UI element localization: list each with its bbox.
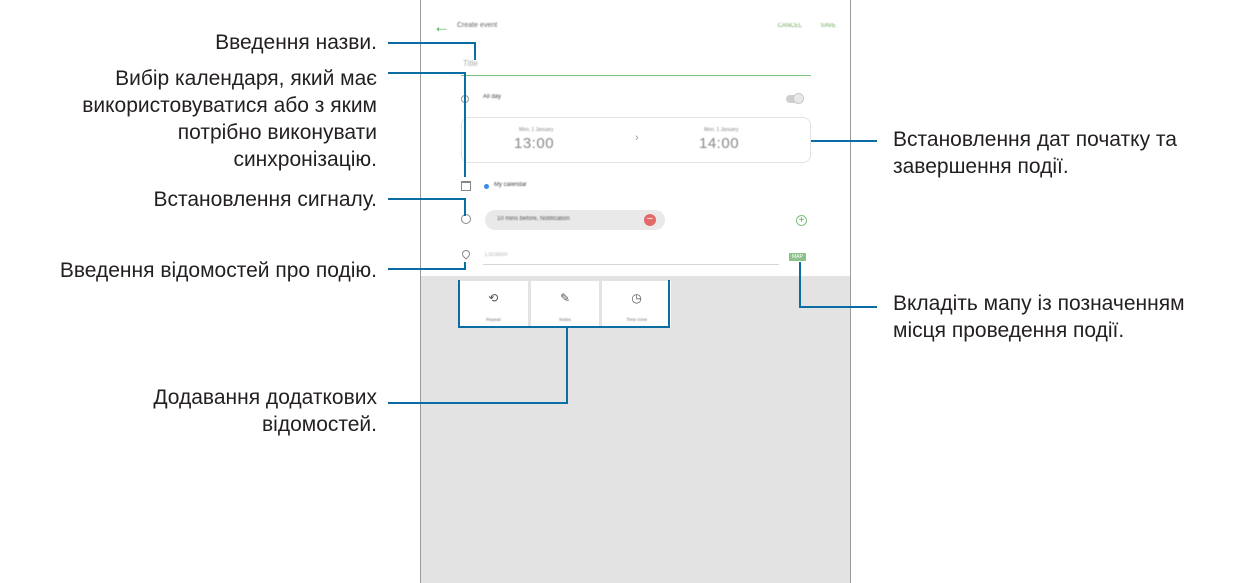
timezone-button[interactable]: ◷ Time zone — [602, 281, 672, 326]
callout-line-additional-rise — [566, 328, 568, 404]
location-row: Location MAP — [421, 246, 850, 268]
notes-icon: ✎ — [559, 291, 571, 305]
start-date-label[interactable]: Mon, 1 January — [519, 127, 553, 133]
cancel-button[interactable]: CANCEL — [778, 23, 802, 29]
save-button[interactable]: SAVE — [820, 23, 836, 29]
calendar-color-dot — [484, 184, 489, 189]
tablet-screen: ← Create event CANCEL SAVE Title All day… — [420, 0, 851, 583]
callout-bracket-left — [458, 280, 460, 328]
callout-additional-line-2: відомостей. — [262, 413, 377, 436]
repeat-button[interactable]: ⟲ Repeat — [459, 281, 528, 326]
calendar-name: My calendar — [494, 182, 527, 188]
all-day-row: All day — [421, 90, 850, 110]
callout-dates-setting: Встановлення дат початку та завершення п… — [893, 126, 1177, 180]
callout-line-map — [801, 306, 877, 308]
title-placeholder: Title — [463, 59, 478, 68]
location-input[interactable]: Location — [483, 246, 779, 265]
callout-line-map-rise — [799, 262, 801, 308]
callout-dates-line-1: Встановлення дат початку та — [893, 128, 1177, 151]
chevron-right-icon: › — [635, 132, 639, 144]
extra-buttons: ⟲ Repeat ✎ Notes ◷ Time zone — [459, 281, 672, 326]
callout-line-title — [388, 42, 476, 44]
callout-line-details — [388, 268, 466, 270]
calendar-selector[interactable]: My calendar — [421, 178, 850, 196]
callout-line-title-drop — [474, 42, 476, 60]
callout-line-calendar — [388, 72, 466, 74]
location-placeholder: Location — [485, 252, 508, 258]
map-button[interactable]: MAP — [789, 253, 806, 261]
callout-additional-line-1: Додавання додаткових — [153, 386, 377, 409]
callout-calendar-choice: Вибір календаря, який має використовуват… — [82, 65, 377, 173]
timezone-label: Time zone — [626, 317, 648, 322]
callout-title-entry: Введення назви. — [215, 31, 377, 54]
callout-map-line-1: Вкладіть мапу із позначенням — [893, 292, 1185, 315]
page-title: Create event — [457, 22, 498, 29]
callout-map-line-2: місця проведення події. — [893, 319, 1125, 342]
callout-calendar-line-3: потрібно виконувати — [177, 121, 377, 144]
arrow-left-icon[interactable]: ← — [433, 18, 451, 36]
remove-alarm-icon[interactable]: − — [644, 214, 656, 226]
calendar-icon — [461, 181, 471, 191]
callout-line-alarm-drop — [464, 198, 466, 216]
start-time[interactable]: 13:00 — [514, 135, 554, 152]
end-time[interactable]: 14:00 — [699, 135, 739, 152]
repeat-icon: ⟲ — [488, 291, 499, 305]
callout-alarm-setting: Встановлення сигналу. — [153, 188, 377, 211]
callout-calendar-line-1: Вибір календаря, який має — [115, 67, 377, 90]
callout-event-details: Введення відомостей про подію. — [59, 259, 377, 282]
add-alarm-icon[interactable]: + — [796, 215, 807, 226]
callout-line-details-rise — [464, 262, 466, 270]
app-bar: ← Create event CANCEL SAVE — [421, 0, 850, 56]
alarm-row: 10 mins before, Notification − + — [421, 208, 850, 232]
callout-line-calendar-drop — [464, 72, 466, 177]
location-pin-icon — [460, 248, 472, 260]
all-day-label: All day — [483, 94, 502, 100]
callout-bracket — [458, 326, 670, 328]
more-options-panel: ⟲ Repeat ✎ Notes ◷ Time zone — [421, 276, 850, 583]
alarm-chip-text: 10 mins before, Notification — [497, 216, 570, 222]
callout-dates-line-2: завершення події. — [893, 155, 1069, 178]
callout-bracket-right — [668, 280, 670, 328]
callout-attach-map: Вкладіть мапу із позначенням місця прове… — [893, 290, 1185, 344]
alarm-chip[interactable]: 10 mins before, Notification − — [485, 210, 665, 230]
all-day-toggle[interactable] — [786, 93, 804, 104]
notes-label: Notes — [559, 317, 571, 322]
end-date-label[interactable]: Mon, 1 January — [704, 127, 738, 133]
title-input[interactable]: Title — [461, 53, 811, 76]
callout-line-additional — [388, 402, 568, 404]
alarm-clock-icon — [461, 214, 471, 224]
date-range-card: Mon, 1 January 13:00 › Mon, 1 January 14… — [461, 117, 811, 163]
repeat-label: Repeat — [486, 317, 501, 322]
notes-button[interactable]: ✎ Notes — [530, 281, 600, 326]
callout-additional-details: Додавання додаткових відомостей. — [153, 384, 377, 438]
timezone-icon: ◷ — [631, 291, 642, 305]
callout-calendar-line-2: використовуватися або з яким — [82, 94, 377, 117]
callout-line-alarm — [388, 198, 466, 200]
callout-line-dates — [811, 140, 877, 142]
callout-calendar-line-4: синхронізацію. — [233, 148, 377, 171]
